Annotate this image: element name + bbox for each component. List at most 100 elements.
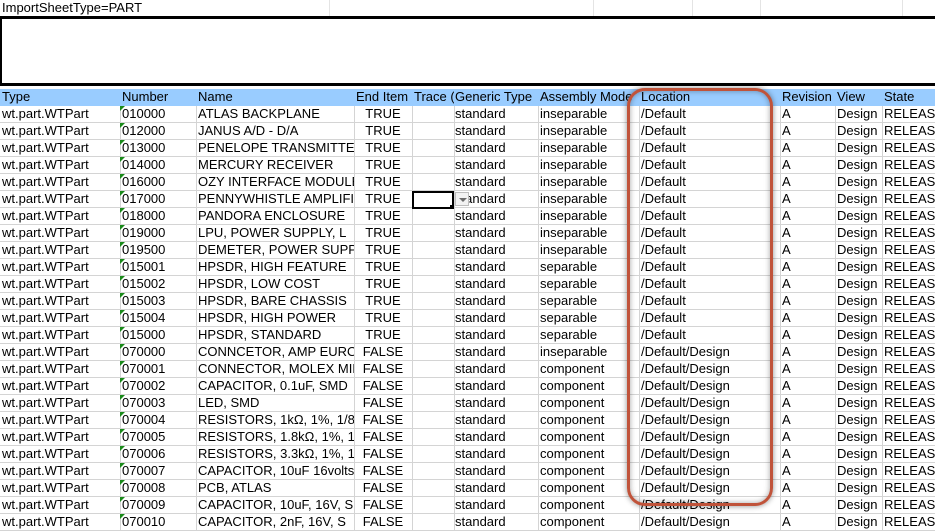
cell-assembly-mode[interactable]: component — [538, 361, 640, 378]
cell-name[interactable]: CAPACITOR, 2nF, 16V, S — [196, 514, 355, 531]
cell-view[interactable]: Design — [835, 259, 883, 276]
cell-view[interactable]: Design — [835, 123, 883, 140]
cell-location[interactable]: /Default — [639, 140, 781, 157]
cell-trace[interactable] — [412, 310, 455, 327]
cell-number[interactable]: 019500 — [120, 242, 197, 259]
empty-cell[interactable] — [760, 0, 903, 16]
cell-generic-type[interactable]: standard — [453, 208, 539, 225]
cell-end-item[interactable]: TRUE — [354, 191, 413, 208]
cell-generic-type[interactable]: standard — [453, 480, 539, 497]
cell-type[interactable]: wt.part.WTPart — [0, 293, 121, 310]
cell-state[interactable]: RELEASED — [882, 276, 935, 293]
cell-location[interactable]: /Default — [639, 293, 781, 310]
cell-end-item[interactable]: TRUE — [354, 259, 413, 276]
cell-type[interactable]: wt.part.WTPart — [0, 242, 121, 259]
cell-location[interactable]: /Default — [639, 157, 781, 174]
cell-number[interactable]: 070004 — [120, 412, 197, 429]
cell-assembly-mode[interactable]: separable — [538, 259, 640, 276]
cell-state[interactable]: RELEASED — [882, 293, 935, 310]
cell-end-item[interactable]: FALSE — [354, 412, 413, 429]
cell-number[interactable]: 070000 — [120, 344, 197, 361]
cell-name[interactable]: PENNYWHISTLE AMPLIFIER — [196, 191, 355, 208]
cell-location[interactable]: /Default/Design — [639, 395, 781, 412]
cell-number[interactable]: 012000 — [120, 123, 197, 140]
cell-trace[interactable] — [412, 463, 455, 480]
cell-name[interactable]: PANDORA ENCLOSURE — [196, 208, 355, 225]
cell-trace[interactable] — [412, 480, 455, 497]
cell-end-item[interactable]: TRUE — [354, 174, 413, 191]
cell-state[interactable]: RELEASED — [882, 208, 935, 225]
cell-type[interactable]: wt.part.WTPart — [0, 157, 121, 174]
cell-end-item[interactable]: FALSE — [354, 378, 413, 395]
cell-assembly-mode[interactable]: component — [538, 429, 640, 446]
column-header-revision[interactable]: Revision — [780, 89, 836, 106]
cell-number[interactable]: 013000 — [120, 140, 197, 157]
column-header-type[interactable]: Type — [0, 89, 121, 106]
cell-number[interactable]: 015003 — [120, 293, 197, 310]
cell-number[interactable]: 015001 — [120, 259, 197, 276]
cell-state[interactable]: RELEASED — [882, 327, 935, 344]
cell-end-item[interactable]: TRUE — [354, 157, 413, 174]
cell-view[interactable]: Design — [835, 429, 883, 446]
cell-number[interactable]: 070002 — [120, 378, 197, 395]
cell-end-item[interactable]: FALSE — [354, 463, 413, 480]
cell-view[interactable]: Design — [835, 497, 883, 514]
cell-type[interactable]: wt.part.WTPart — [0, 497, 121, 514]
cell-type[interactable]: wt.part.WTPart — [0, 276, 121, 293]
cell-generic-type[interactable]: standard — [453, 378, 539, 395]
cell-type[interactable]: wt.part.WTPart — [0, 395, 121, 412]
cell-number[interactable]: 070009 — [120, 497, 197, 514]
cell-generic-type[interactable]: standard — [453, 446, 539, 463]
cell-revision[interactable]: A — [780, 242, 836, 259]
cell-type[interactable]: wt.part.WTPart — [0, 191, 121, 208]
cell-assembly-mode[interactable]: inseparable — [538, 106, 640, 123]
cell-assembly-mode[interactable]: inseparable — [538, 123, 640, 140]
cell-end-item[interactable]: TRUE — [354, 225, 413, 242]
cell-type[interactable]: wt.part.WTPart — [0, 463, 121, 480]
cell-number[interactable]: 019000 — [120, 225, 197, 242]
cell-location[interactable]: /Default — [639, 310, 781, 327]
cell-state[interactable]: RELEASED — [882, 480, 935, 497]
cell-type[interactable]: wt.part.WTPart — [0, 344, 121, 361]
cell-trace[interactable] — [412, 157, 455, 174]
cell-view[interactable]: Design — [835, 412, 883, 429]
cell-state[interactable]: RELEASED — [882, 123, 935, 140]
cell-revision[interactable]: A — [780, 514, 836, 531]
empty-cell[interactable] — [329, 0, 594, 16]
cell-state[interactable]: RELEASED — [882, 310, 935, 327]
cell-generic-type[interactable]: standard — [453, 327, 539, 344]
cell-generic-type[interactable]: standard — [453, 395, 539, 412]
cell-type[interactable]: wt.part.WTPart — [0, 412, 121, 429]
cell-state[interactable]: RELEASED — [882, 242, 935, 259]
cell-generic-type[interactable]: standard — [453, 310, 539, 327]
cell-revision[interactable]: A — [780, 395, 836, 412]
cell-dropdown-arrow-icon[interactable] — [455, 192, 469, 206]
cell-trace[interactable] — [412, 344, 455, 361]
cell-revision[interactable]: A — [780, 480, 836, 497]
cell-state[interactable]: RELEASED — [882, 259, 935, 276]
cell-name[interactable]: CAPACITOR, 10uF, 16V, S — [196, 497, 355, 514]
cell-end-item[interactable]: FALSE — [354, 344, 413, 361]
cell-type[interactable]: wt.part.WTPart — [0, 208, 121, 225]
cell-name[interactable]: HPSDR, HIGH FEATURE — [196, 259, 355, 276]
cell-generic-type[interactable]: standard — [453, 242, 539, 259]
cell-state[interactable]: RELEASED — [882, 344, 935, 361]
cell-number[interactable]: 070006 — [120, 446, 197, 463]
cell-revision[interactable]: A — [780, 378, 836, 395]
cell-location[interactable]: /Default — [639, 276, 781, 293]
cell-assembly-mode[interactable]: inseparable — [538, 191, 640, 208]
cell-number[interactable]: 070008 — [120, 480, 197, 497]
cell-view[interactable]: Design — [835, 208, 883, 225]
cell-end-item[interactable]: FALSE — [354, 429, 413, 446]
cell-view[interactable]: Design — [835, 276, 883, 293]
cell-state[interactable]: RELEASED — [882, 429, 935, 446]
cell-revision[interactable]: A — [780, 191, 836, 208]
cell-assembly-mode[interactable]: inseparable — [538, 344, 640, 361]
cell-trace[interactable] — [412, 514, 455, 531]
cell-name[interactable]: HPSDR, BARE CHASSIS — [196, 293, 355, 310]
cell-name[interactable]: ATLAS BACKPLANE — [196, 106, 355, 123]
cell-revision[interactable]: A — [780, 446, 836, 463]
cell-trace[interactable] — [412, 276, 455, 293]
column-header-assembly-mode[interactable]: Assembly Mode — [538, 89, 640, 106]
cell-state[interactable]: RELEASED — [882, 378, 935, 395]
